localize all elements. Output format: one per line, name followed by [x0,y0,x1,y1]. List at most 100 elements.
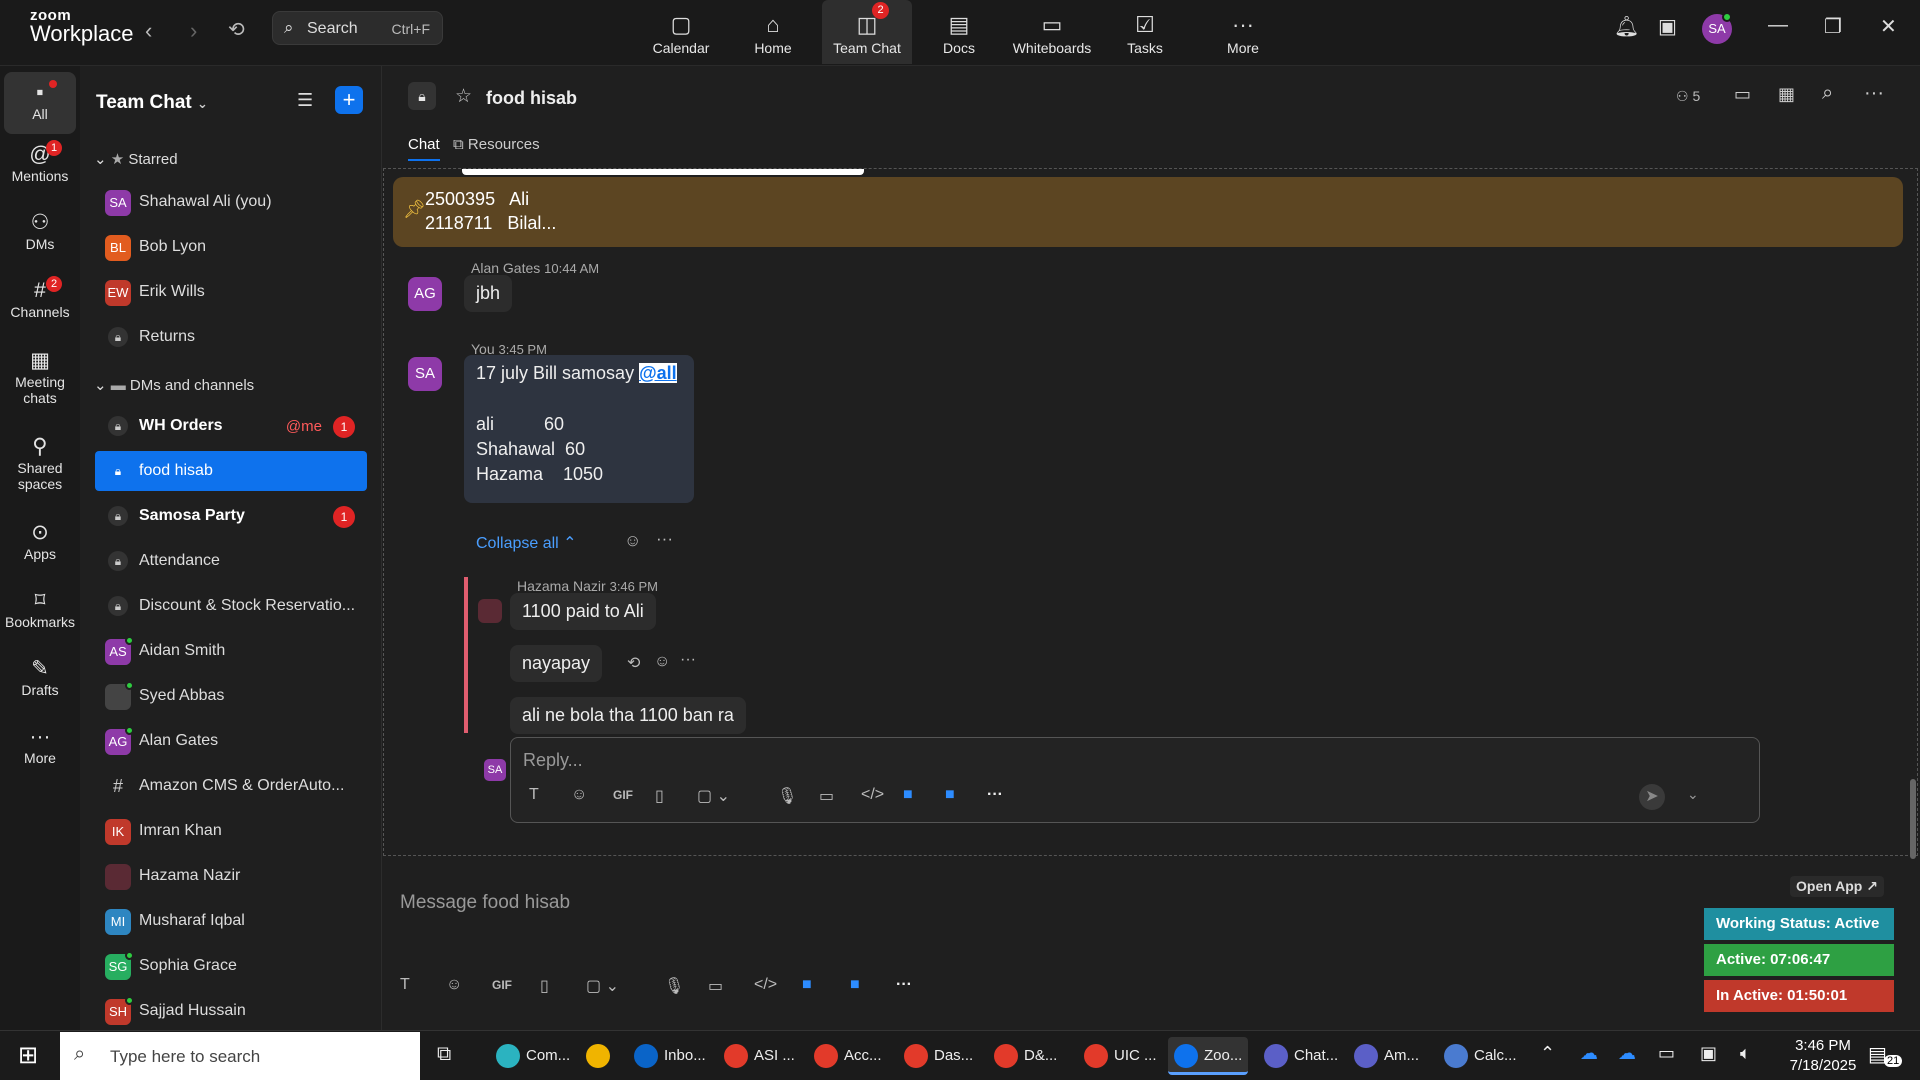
mention-all[interactable]: @all [639,363,677,383]
taskbar-search[interactable]: ⌕ Type here to search [60,1032,420,1080]
emoji-react-icon[interactable]: ☺ [624,531,641,551]
rail-shared-spaces[interactable]: ⚲ Shared spaces [4,434,76,492]
more-icon[interactable]: ··· [680,651,696,669]
filter-icon[interactable]: ☰ [297,90,313,111]
rail-mentions[interactable]: @1 Mentions [4,140,76,184]
collapse-all-button[interactable]: Collapse all ⌃ [476,533,577,553]
battery-icon[interactable]: ▭ [1658,1043,1675,1064]
taskbar-app[interactable]: UIC ... [1078,1037,1163,1075]
avatar[interactable]: AG [408,277,442,311]
sidebar-contact-item[interactable]: MI Musharaf Iqbal [95,901,367,941]
restore-icon[interactable]: ❐ [1824,14,1842,39]
screenshot-icon[interactable]: ▢ ⌄ [586,976,619,996]
search-box[interactable]: ⌕ Search Ctrl+F [272,11,443,45]
calendar-icon[interactable]: ▦ [1778,84,1795,105]
clock[interactable]: 3:46 PM 7/18/2025 [1778,1036,1868,1076]
reply-icon[interactable]: ⟲ [627,653,640,673]
network-icon[interactable]: ▣ [1700,1043,1717,1064]
emoji-react-icon[interactable]: ☺ [654,653,670,671]
avatar[interactable] [478,599,502,623]
microphone-icon[interactable]: 🎙︎ [664,976,684,996]
message-input[interactable]: Message food hisab [400,892,570,914]
tab-chat[interactable]: Chat [408,136,440,161]
onedrive-icon[interactable]: ☁ [1618,1043,1636,1064]
bell-icon[interactable]: 🔔︎ [1614,14,1639,39]
taskbar-app[interactable]: Calc... [1438,1037,1523,1075]
more-icon[interactable]: ··· [656,529,673,549]
reply-bubble[interactable]: 1100 paid to Ali [510,593,656,630]
taskbar-app[interactable]: D&... [988,1037,1063,1075]
sidebar-channel-item[interactable]: 🔒︎ Discount & Stock Reservatio... [95,586,367,626]
reply-bubble[interactable]: ali ne bola tha 1100 ban ra [510,697,746,734]
rail-meeting-chats[interactable]: ▦ Meeting chats [4,348,76,406]
video-message-icon[interactable]: ▭ [708,976,723,996]
nav-calendar[interactable]: ▢ Calendar [636,0,726,64]
tab-resources[interactable]: ⧉ Resources [453,136,540,153]
sidebar-contact-item[interactable]: AS Aidan Smith [95,631,367,671]
chevron-down-icon[interactable]: ⌄ [1687,786,1699,803]
code-icon[interactable]: </> [861,786,884,804]
nav-whiteboards[interactable]: ▭ Whiteboards [1006,0,1098,64]
sidebar-contact-item[interactable]: SH Sajjad Hussain [95,991,367,1031]
pinned-message-banner[interactable]: 📌︎ 2500395 Ali 2118711 Bilal... [393,177,1903,247]
sidebar-channel-item[interactable]: 🔒︎ Samosa Party 1 [95,496,367,536]
more-icon[interactable]: ··· [1864,82,1884,105]
code-icon[interactable]: </> [754,976,777,994]
rail-more[interactable]: ··· More [4,724,76,766]
gif-icon[interactable]: GIF [613,788,633,802]
rail-channels[interactable]: #2 Channels [4,276,76,320]
rail-apps[interactable]: ⊙ Apps [4,520,76,562]
taskbar-app[interactable]: Com... [490,1037,576,1075]
star-icon[interactable]: ☆ [455,85,472,108]
main-composer[interactable]: Message food hisab T ☺ GIF ▯ ▢ ⌄ 🎙︎ ▭ </… [382,878,1692,1030]
gif-icon[interactable]: GIF [492,978,512,992]
members-count[interactable]: ⚇ 5 [1676,88,1700,105]
app-icon[interactable]: ■ [850,976,860,994]
taskbar-app[interactable]: Das... [898,1037,979,1075]
sidebar-contact-item[interactable]: AG Alan Gates [95,721,367,761]
sidebar-contact-item[interactable]: Hazama Nazir [95,856,367,896]
app-icon[interactable]: ■ [945,786,955,804]
sidebar-contact-item[interactable]: SG Sophia Grace [95,946,367,986]
rail-drafts[interactable]: ✎ Drafts [4,656,76,698]
file-icon[interactable]: ▯ [540,976,549,996]
avatar[interactable]: SA [408,357,442,391]
message-bubble[interactable]: 17 july Bill samosay @all ali 60 Shahawa… [464,355,694,503]
app-icon[interactable]: ■ [903,786,913,804]
taskbar-app[interactable]: Am... [1348,1037,1425,1075]
rail-all[interactable]: ▪ All [4,72,76,134]
reply-composer[interactable]: Reply... T ☺ GIF ▯ ▢ ⌄ 🎙︎ ▭ </> ■ ■ ··· … [510,737,1760,823]
file-icon[interactable]: ▯ [655,786,664,806]
sidebar-channel-item[interactable]: 🔒︎ Returns [95,317,367,357]
scrollbar[interactable] [1910,779,1916,859]
more-icon[interactable]: ··· [896,976,912,994]
sidebar-contact-item[interactable]: Syed Abbas [95,676,367,716]
search-icon[interactable]: ⌕ [1822,82,1833,105]
taskbar-app[interactable]: Inbo... [628,1037,712,1075]
nav-docs[interactable]: ▤ Docs [914,0,1004,64]
app-icon[interactable]: ■ [802,976,812,994]
back-arrow-icon[interactable]: ‹ [145,18,152,44]
text-format-icon[interactable]: T [400,976,410,994]
nav-tasks[interactable]: ☑ Tasks [1100,0,1190,64]
open-app-button[interactable]: Open App ↗ [1790,876,1884,897]
sidebar-contact-item[interactable]: BL Bob Lyon [95,227,367,267]
video-icon[interactable]: ▭ [1734,84,1751,105]
nav-home[interactable]: ⌂ Home [728,0,818,64]
chevron-up-icon[interactable]: ⌃ [1540,1043,1555,1064]
task-view-icon[interactable]: ⧉ [437,1043,451,1066]
text-format-icon[interactable]: T [529,786,539,804]
taskbar-app[interactable]: Acc... [808,1037,888,1075]
rail-dms[interactable]: ⚇ DMs [4,210,76,252]
channel-name[interactable]: food hisab [486,88,577,109]
reply-bubble[interactable]: nayapay [510,645,603,682]
minimize-icon[interactable]: — [1768,14,1788,37]
emoji-icon[interactable]: ☺ [571,786,587,804]
taskbar-app[interactable]: Zoo... [1168,1037,1249,1075]
calendar-app-icon[interactable]: ▣ [1658,14,1677,39]
new-chat-button[interactable]: + [335,86,363,114]
sidebar-contact-item[interactable]: EW Erik Wills [95,272,367,312]
taskbar-app[interactable]: Chat... [1258,1037,1344,1075]
video-message-icon[interactable]: ▭ [819,786,834,806]
nav-team-chat[interactable]: ◫ 2 Team Chat [822,0,912,64]
